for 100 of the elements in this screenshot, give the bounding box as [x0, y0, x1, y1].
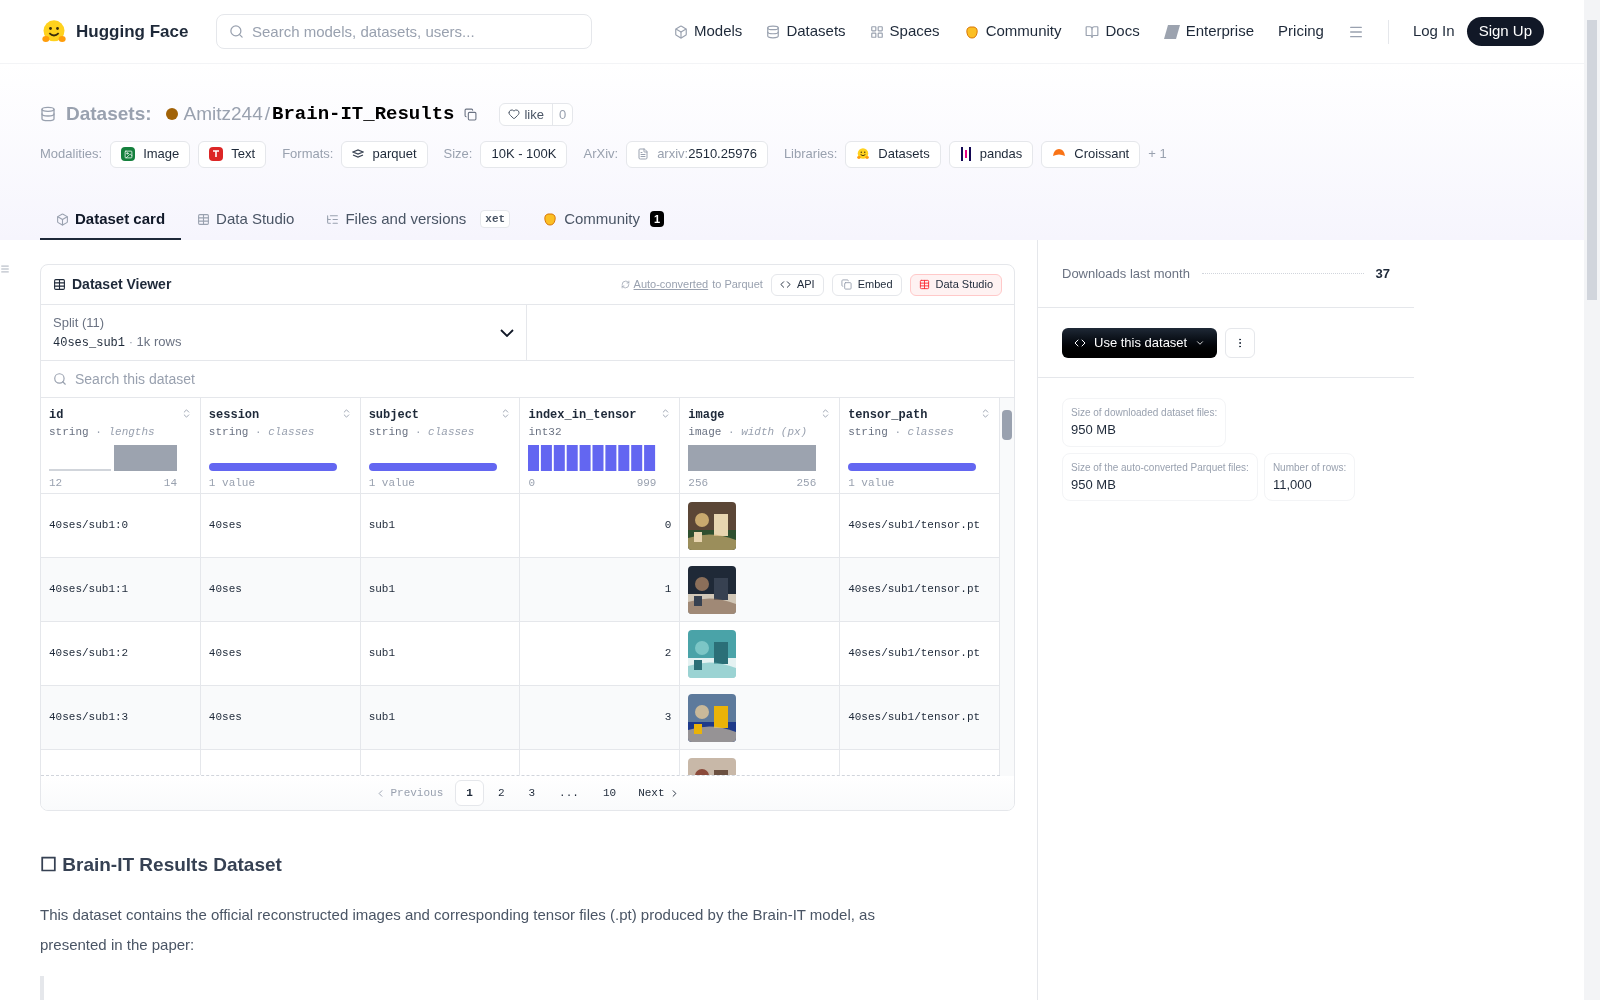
table-cell-text: 40ses/sub1:3 — [49, 710, 129, 726]
column-header[interactable]: index_in_tensor int32 0 999 — [520, 398, 681, 493]
stat-card: Number of rows: 11,000 — [1263, 452, 1356, 501]
layers-icon — [352, 149, 365, 159]
table-cell-text: 40ses/sub1/tensor.pt — [848, 710, 981, 726]
heart-icon — [508, 108, 521, 121]
bars-icon — [959, 147, 972, 161]
search-input[interactable]: Search models, datasets, users... — [252, 15, 579, 48]
nav-link[interactable]: Models — [674, 20, 743, 43]
tag-chip[interactable]: Text — [198, 140, 267, 168]
grid-icon — [869, 24, 884, 39]
table-scrollbar[interactable] — [1000, 398, 1014, 776]
database-icon — [40, 106, 56, 123]
card-heading: ☐ Brain-IT Results Dataset — [40, 853, 283, 877]
menu-icon[interactable] — [0, 264, 10, 274]
search-icon — [229, 24, 244, 39]
split-select[interactable]: Split (11) 40ses_sub1 · 1k rows — [41, 305, 527, 360]
table-cell-text: 1 — [664, 582, 672, 598]
use-dataset-button[interactable]: Use this dataset — [1062, 327, 1218, 358]
page-tab[interactable]: Data Studio — [181, 200, 311, 240]
signup-button[interactable]: Sign Up — [1466, 17, 1544, 46]
sort-icon[interactable] — [980, 408, 991, 419]
more-options-button[interactable] — [1225, 327, 1256, 358]
owner-avatar-icon — [165, 108, 178, 121]
text-icon — [209, 147, 224, 161]
column-header[interactable]: image image · width (px) 256 256 — [680, 398, 841, 493]
cube-icon — [674, 24, 688, 39]
page-link[interactable]: 1 — [455, 780, 484, 806]
viewer-button[interactable]: Data Studio — [909, 273, 1002, 296]
tag-chip[interactable]: arxiv:2510.25976 — [626, 140, 768, 168]
column-header[interactable]: id string · lengths 12 14 — [41, 398, 201, 493]
table-cell-text: 40ses — [208, 582, 242, 598]
repo-name: Brain-IT_Results — [272, 102, 455, 127]
repo-type: Datasets: — [66, 102, 152, 126]
downloads-count: 37 — [1375, 264, 1390, 283]
like-count: 0 — [552, 103, 573, 125]
converted-note: Auto-converted to Parquet — [620, 276, 763, 293]
tag-chip[interactable]: Image — [110, 140, 191, 168]
page-link[interactable]: ... — [549, 780, 589, 806]
table-cell-text: 40ses/sub1:1 — [49, 582, 129, 598]
nav-link[interactable]: Spaces — [869, 20, 940, 43]
page-tab[interactable]: Dataset card — [40, 200, 182, 240]
viewer-title: Dataset Viewer — [72, 275, 172, 294]
chevron-down-icon — [500, 328, 514, 337]
nav-link[interactable]: Enterprise — [1163, 20, 1255, 43]
tag-chip[interactable]: 10K - 100K — [480, 140, 568, 168]
page-link[interactable]: 2 — [487, 780, 515, 806]
tag-chip[interactable]: pandas — [948, 140, 1034, 168]
tag-group-label: Formats: — [282, 145, 334, 164]
nav-link[interactable]: Datasets — [766, 20, 846, 43]
xet-badge: xet — [480, 209, 511, 229]
login-link[interactable]: Log In — [1412, 20, 1455, 43]
table-cell-text: sub1 — [368, 646, 396, 662]
page-tab[interactable]: Files and versions xet — [310, 200, 527, 240]
table-cell-text: 2 — [664, 646, 672, 662]
copy-icon — [840, 279, 852, 290]
column-header[interactable]: subject string · classes 1 value — [360, 398, 521, 493]
next-link[interactable]: Next — [630, 784, 688, 802]
tag-group-label: Modalities: — [40, 145, 103, 164]
tag-chip[interactable]: Croissant — [1041, 140, 1141, 168]
page-link[interactable]: 10 — [592, 780, 627, 806]
path-separator: / — [264, 102, 271, 126]
page-link[interactable]: 3 — [518, 780, 546, 806]
search-field[interactable]: Search models, datasets, users... — [216, 14, 592, 49]
refresh-icon — [620, 280, 630, 289]
column-header[interactable]: session string · classes 1 value — [200, 398, 361, 493]
nav-link[interactable]: Community — [963, 20, 1062, 43]
table-cell-text: sub1 — [368, 582, 396, 598]
table-cell-text: sub1 — [368, 518, 396, 534]
brand-name: Hugging Face — [76, 20, 189, 43]
page-tab[interactable]: Community 1 — [526, 200, 681, 240]
tag-group-label: ArXiv: — [583, 145, 619, 164]
tag-chip[interactable]: Datasets — [845, 140, 941, 168]
table-cell-text: sub1 — [368, 710, 396, 726]
smiling-face-logo-icon — [856, 147, 871, 161]
stat-card: Size of the auto-converted Parquet files: 950 MB — [1062, 452, 1258, 501]
tag-chip[interactable]: parquet — [341, 140, 428, 168]
column-header[interactable]: tensor_path string · classes 1 value — [840, 398, 1000, 493]
book-icon — [1085, 24, 1100, 39]
viewer-button[interactable]: API — [770, 273, 824, 296]
table-icon — [918, 279, 930, 290]
downloads-label: Downloads last month — [1062, 264, 1190, 283]
database-icon — [766, 24, 781, 39]
count-badge: 1 — [650, 210, 665, 228]
table-cell-text: 40ses — [208, 710, 242, 726]
viewer-button[interactable]: Embed — [831, 273, 902, 296]
like-button[interactable]: like — [500, 103, 552, 125]
nav-link[interactable]: Pricing — [1278, 20, 1324, 43]
more-count: + 1 — [1148, 145, 1167, 164]
file-list-icon — [326, 212, 340, 226]
copy-icon[interactable] — [464, 107, 478, 121]
nav-link[interactable]: Docs — [1085, 20, 1140, 43]
tag-group-label: Size: — [443, 145, 473, 164]
cube-icon — [56, 212, 69, 226]
table-icon — [197, 212, 211, 226]
stat-card: Size of downloaded dataset files: 950 MB — [1062, 398, 1227, 447]
document-icon — [637, 148, 650, 160]
tag-group-label: Libraries: — [783, 145, 838, 164]
table-cell-text: 40ses — [208, 518, 242, 534]
table-cell-text: 40ses/sub1/tensor.pt — [848, 582, 981, 598]
